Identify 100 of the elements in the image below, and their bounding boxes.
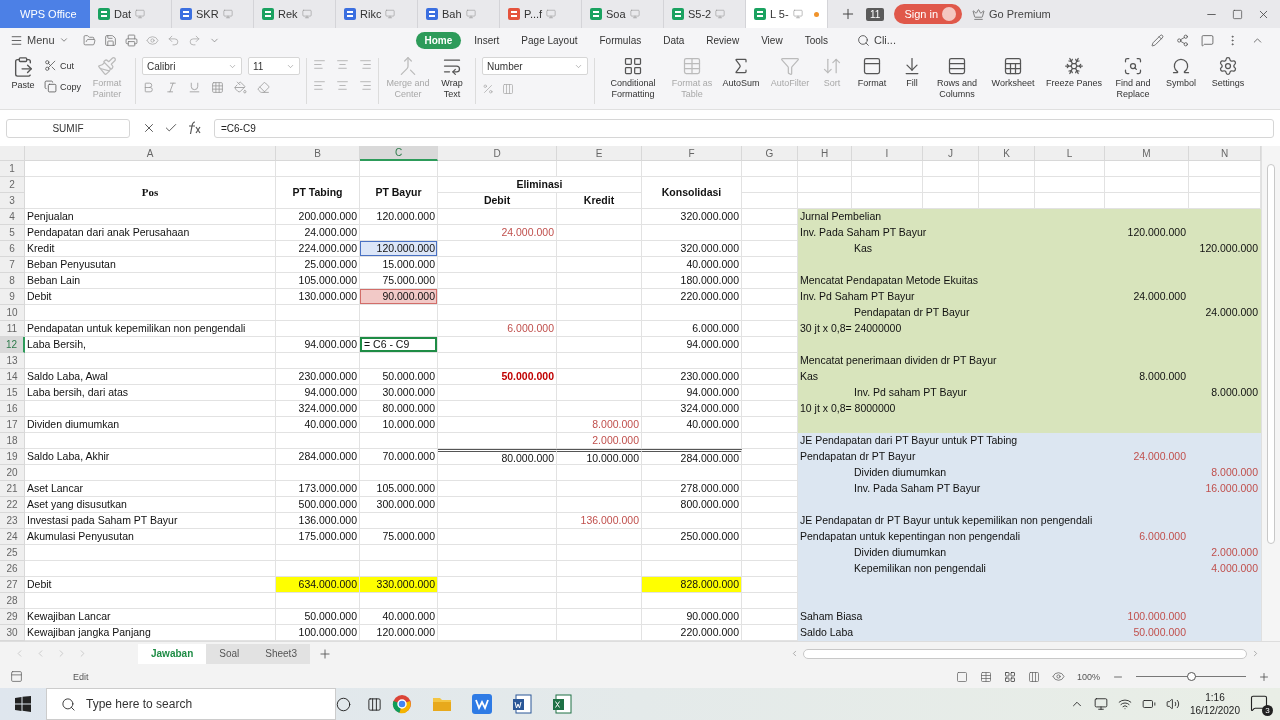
row-header[interactable]: 26 (0, 561, 25, 577)
sheet-tab[interactable]: Sheet3 (252, 643, 310, 664)
task-view-icon[interactable] (367, 696, 382, 712)
column-header[interactable]: C (360, 146, 438, 161)
row-header[interactable]: 30 (0, 625, 25, 641)
column-header[interactable]: M (1105, 146, 1189, 161)
row-header[interactable]: 22 (0, 497, 25, 513)
printer-icon[interactable] (124, 33, 138, 47)
ribbon-button[interactable]: Symbol (1161, 54, 1201, 91)
ribbon-button[interactable]: Cut (44, 58, 81, 73)
undo-icon[interactable] (166, 33, 180, 47)
share-icon[interactable] (1176, 33, 1189, 47)
folder-icon[interactable] (82, 33, 96, 47)
volume-icon[interactable] (1165, 697, 1180, 711)
ribbon-button[interactable]: Worksheet (987, 54, 1039, 91)
formula-field[interactable]: =C6-C9 (214, 118, 1274, 138)
row-header[interactable]: 3 (0, 193, 25, 209)
row-header[interactable]: 21 (0, 481, 25, 497)
ribbon-button[interactable]: Fill (897, 54, 927, 91)
pen-icon[interactable] (1151, 33, 1164, 47)
row-header[interactable]: 10 (0, 305, 25, 321)
align-right-icon[interactable] (359, 79, 372, 92)
folder-icon[interactable] (432, 695, 452, 713)
row-header[interactable]: 19 (0, 449, 25, 465)
word-app-icon[interactable] (512, 694, 532, 714)
align-center-icon[interactable] (336, 58, 349, 71)
row-header[interactable]: 20 (0, 465, 25, 481)
row-header[interactable]: 29 (0, 609, 25, 625)
zoom-level[interactable]: 100% (1076, 671, 1100, 682)
new-tab-icon[interactable] (840, 6, 856, 22)
redo-icon[interactable] (187, 33, 201, 47)
column-header[interactable]: I (852, 146, 923, 161)
scrollbar-thumb[interactable] (803, 648, 1247, 659)
column-header[interactable]: A (25, 146, 276, 161)
bold-icon[interactable] (142, 81, 155, 94)
ribbon-tab[interactable]: Tools (795, 31, 837, 49)
row-header[interactable]: 25 (0, 545, 25, 561)
scroll-right-icon[interactable] (1251, 649, 1260, 658)
row-header[interactable]: 24 (0, 529, 25, 545)
row-header[interactable]: 4 (0, 209, 25, 225)
row-header[interactable]: 9 (0, 289, 25, 305)
ribbon-tab[interactable]: Review (697, 31, 749, 49)
column-header[interactable]: E (557, 146, 642, 161)
font-name-field[interactable]: Calibri (142, 57, 242, 75)
excel-app-icon[interactable] (552, 694, 572, 714)
ribbon-tab[interactable]: Data (654, 31, 694, 49)
normal-view-icon[interactable] (1003, 670, 1016, 683)
ribbon-button[interactable]: Rows and Columns (931, 54, 983, 102)
ribbon-button[interactable]: Settings (1205, 54, 1251, 91)
page-break-icon[interactable] (979, 670, 992, 683)
underline-icon[interactable] (188, 81, 201, 94)
ribbon-button[interactable]: Conditional Formatting (601, 54, 665, 102)
number-format-field[interactable]: Number (482, 57, 588, 75)
scroll-left-icon[interactable] (790, 649, 799, 658)
browser-icon[interactable] (392, 694, 412, 714)
row-header[interactable]: 6 (0, 241, 25, 257)
ribbon-button[interactable]: Wrap Text (435, 54, 469, 102)
column-header[interactable]: B (276, 146, 360, 161)
column-header[interactable]: J (923, 146, 979, 161)
row-header[interactable]: 2 (0, 177, 25, 193)
borders-icon[interactable] (211, 81, 224, 94)
row-header[interactable]: 23 (0, 513, 25, 529)
ribbon-tab[interactable]: Insert (465, 31, 509, 49)
ribbon-button[interactable]: AutoSum (719, 54, 763, 91)
sheet-tab[interactable]: Jawaban (138, 643, 207, 664)
battery-icon[interactable] (1141, 697, 1156, 711)
menu-button[interactable]: Menu (10, 33, 69, 47)
notification-icon[interactable] (1250, 694, 1268, 712)
row-header[interactable]: 13 (0, 353, 25, 369)
align-left-icon[interactable] (313, 58, 326, 71)
percent-icon[interactable] (482, 83, 494, 95)
split-view-icon[interactable] (1027, 670, 1040, 683)
search-button[interactable]: Cli... (857, 33, 896, 47)
ribbon-tab[interactable]: View (752, 31, 792, 49)
restore-icon[interactable] (1232, 8, 1243, 20)
windows-logo-icon[interactable] (15, 696, 31, 712)
eraser-icon[interactable] (257, 81, 270, 94)
cancel-icon[interactable] (142, 121, 156, 135)
ribbon-tab[interactable]: Formulas (590, 31, 651, 49)
office-app-icon[interactable] (472, 694, 492, 714)
ribbon-button[interactable]: Copy (44, 79, 81, 94)
row-header[interactable]: 14 (0, 369, 25, 385)
ribbon-tab[interactable]: Home (415, 31, 462, 49)
ribbon-button[interactable]: Freeze Panes (1043, 54, 1105, 91)
ribbon-button[interactable]: Find and Replace (1109, 54, 1157, 102)
confirm-icon[interactable] (164, 121, 178, 135)
italic-icon[interactable] (165, 81, 178, 94)
zoom-in-icon[interactable] (1258, 670, 1270, 683)
fill-color-icon[interactable] (234, 81, 247, 94)
sheet-tab[interactable]: Soal (206, 643, 253, 664)
tab-count[interactable]: 11 (866, 7, 885, 21)
align-center-icon[interactable] (336, 79, 349, 92)
network-icon[interactable] (1117, 697, 1132, 711)
row-header[interactable]: 7 (0, 257, 25, 273)
premium-button[interactable]: Go Premium (972, 7, 1051, 21)
taskbar-search-field[interactable]: Type here to search (46, 688, 336, 720)
row-header[interactable]: 15 (0, 385, 25, 401)
add-sheet-icon[interactable] (317, 646, 332, 661)
column-header[interactable]: K (979, 146, 1035, 161)
clock[interactable]: 1:16 16/12/2020 (1189, 691, 1240, 717)
